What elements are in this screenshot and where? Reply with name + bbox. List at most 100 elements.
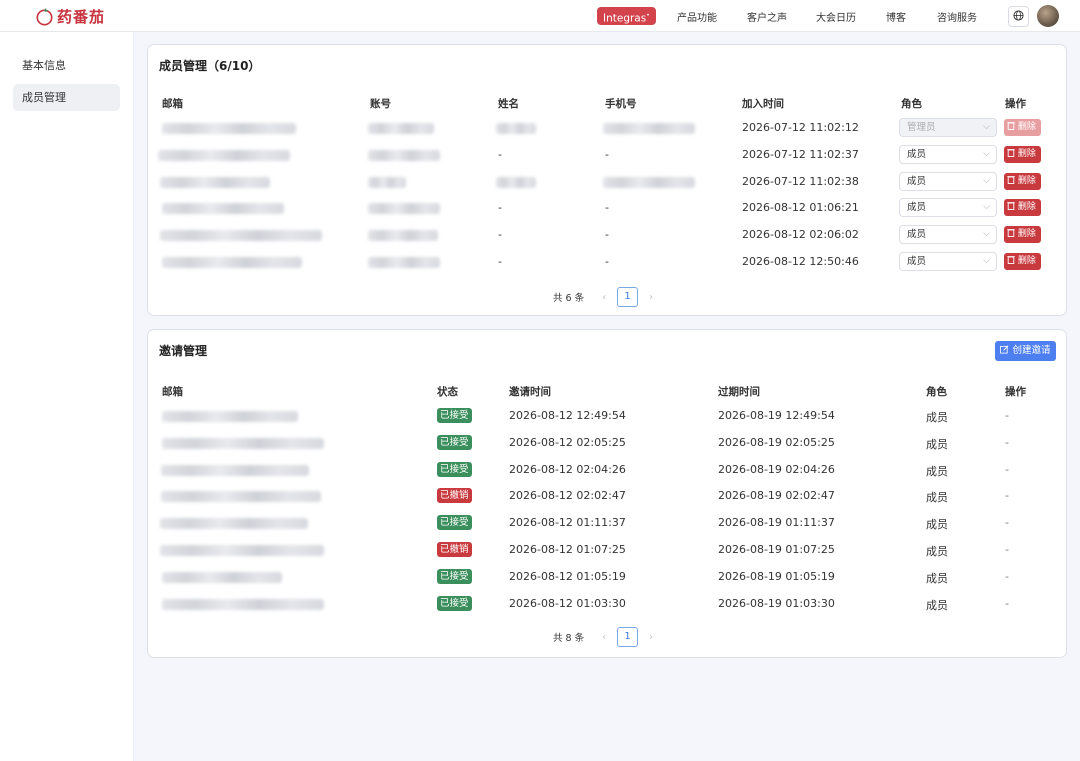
member-email-redacted [160, 230, 322, 241]
member-role-value: 管理员 [907, 122, 936, 133]
status-badge: 已接受 [437, 596, 472, 611]
member-email-redacted [162, 203, 284, 214]
member-role-select[interactable]: 成员 ⌵ [899, 225, 997, 244]
invite-role: 成员 [926, 491, 948, 504]
member-role-value: 成员 [907, 176, 927, 187]
invite-time: 2026-08-12 01:05:19 [509, 570, 626, 583]
invite-time: 2026-08-12 02:05:25 [509, 436, 626, 449]
trash-icon [1007, 176, 1018, 186]
invite-action: - [1005, 463, 1009, 476]
sidebar-item-member-management[interactable]: 成员管理 [13, 84, 120, 111]
create-invite-button[interactable]: 创建邀请 [995, 341, 1056, 361]
chevron-down-icon: ⌵ [983, 229, 990, 239]
member-joined-time: 2026-08-12 12:50:46 [742, 255, 859, 268]
member-role-value: 成员 [907, 256, 927, 267]
member-joined-time: 2026-07-12 11:02:37 [742, 148, 859, 161]
col-name: 姓名 [498, 98, 519, 110]
trash-icon [1007, 122, 1018, 132]
nav-item-products[interactable]: 产品功能 [677, 9, 717, 24]
invite-email-redacted [162, 411, 298, 422]
nav-item-blog[interactable]: 博客 [886, 9, 906, 24]
invite-expire-time: 2026-08-19 02:04:26 [718, 463, 835, 476]
invite-action: - [1005, 516, 1009, 529]
trash-icon [1007, 256, 1018, 266]
member-email-redacted [158, 150, 290, 161]
member-joined-time: 2026-07-12 11:02:12 [742, 121, 859, 134]
integras-badge[interactable]: Integras• [597, 7, 656, 25]
invite-email-redacted [161, 465, 309, 476]
globe-icon [1013, 9, 1024, 24]
chevron-left-icon[interactable]: ‹ [596, 632, 612, 643]
chevron-right-icon[interactable]: › [643, 632, 659, 643]
member-name-redacted [496, 177, 536, 188]
member-name-redacted [496, 123, 536, 134]
member-joined-time: 2026-08-12 01:06:21 [742, 201, 859, 214]
member-role-value: 成员 [907, 229, 927, 240]
members-pager-page[interactable]: 1 [617, 287, 639, 307]
delete-member-button[interactable]: 删除 [1004, 146, 1041, 163]
col-invite-status: 状态 [437, 386, 458, 398]
delete-member-button[interactable]: 删除 [1004, 253, 1041, 270]
avatar[interactable] [1037, 5, 1059, 27]
nav-item-consulting[interactable]: 咨询服务 [937, 9, 977, 24]
status-badge: 已撤销 [437, 488, 472, 503]
invite-action: - [1005, 489, 1009, 502]
sidebar-item-basic-info[interactable]: 基本信息 [13, 52, 120, 79]
invite-email-redacted [162, 599, 324, 610]
delete-member-button[interactable]: 删除 [1004, 173, 1041, 190]
member-account-redacted [368, 150, 440, 161]
col-invite-actions: 操作 [1005, 386, 1026, 398]
nav-item-conference-calendar[interactable]: 大会日历 [816, 9, 856, 24]
member-role-select[interactable]: 成员 ⌵ [899, 172, 997, 191]
member-email-redacted [162, 257, 302, 268]
col-joined: 加入时间 [742, 98, 784, 110]
col-actions: 操作 [1005, 98, 1026, 110]
member-name: - [498, 255, 502, 268]
chevron-right-icon[interactable]: › [643, 292, 659, 303]
language-button[interactable] [1008, 6, 1029, 27]
invite-expire-time: 2026-08-19 01:07:25 [718, 543, 835, 556]
invite-email-redacted [162, 438, 324, 449]
invite-expire-time: 2026-08-19 01:11:37 [718, 516, 835, 529]
delete-member-button[interactable]: 删除 [1004, 226, 1041, 243]
invites-pager-page[interactable]: 1 [617, 627, 639, 647]
col-phone: 手机号 [605, 98, 637, 110]
member-role-select[interactable]: 成员 ⌵ [899, 145, 997, 164]
edit-icon [1000, 345, 1012, 356]
member-name: - [498, 148, 502, 161]
invite-email-redacted [160, 545, 324, 556]
tomato-logo-icon [35, 7, 54, 26]
member-email-redacted [160, 177, 270, 188]
integras-badge-label: Integras [603, 12, 647, 25]
member-role-value: 成员 [907, 202, 927, 213]
invite-time: 2026-08-12 02:02:47 [509, 489, 626, 502]
chevron-left-icon[interactable]: ‹ [596, 292, 612, 303]
member-phone: - [605, 148, 609, 161]
col-role: 角色 [901, 98, 922, 110]
delete-member-label: 删除 [1017, 122, 1036, 132]
logo[interactable]: 药番茄 [35, 6, 105, 27]
status-badge: 已接受 [437, 408, 472, 423]
member-account-redacted [368, 230, 438, 241]
invite-email-redacted [161, 491, 321, 502]
chevron-down-icon: ⌵ [983, 122, 990, 132]
invite-role: 成员 [926, 411, 948, 424]
invite-email-redacted [160, 518, 308, 529]
member-name: - [498, 228, 502, 241]
status-badge: 已接受 [437, 435, 472, 450]
delete-member-label: 删除 [1017, 176, 1036, 186]
member-phone: - [605, 255, 609, 268]
delete-member-label: 删除 [1017, 229, 1036, 239]
invites-pagination: 共 8 条 ‹ 1 › [553, 627, 659, 647]
delete-member-label: 删除 [1017, 256, 1036, 266]
invites-card: 邀请管理 创建邀请 邮箱 状态 邀请时间 过期时间 角色 操作 已接受 2026… [147, 329, 1067, 658]
trash-icon [1007, 149, 1018, 159]
status-badge: 已接受 [437, 569, 472, 584]
invite-expire-time: 2026-08-19 02:05:25 [718, 436, 835, 449]
member-role-select[interactable]: 成员 ⌵ [899, 198, 997, 217]
nav-item-testimonials[interactable]: 客户之声 [747, 9, 787, 24]
delete-member-button[interactable]: 删除 [1004, 199, 1041, 216]
col-email: 邮箱 [162, 98, 183, 110]
member-role-select[interactable]: 成员 ⌵ [899, 252, 997, 271]
invite-action: - [1005, 570, 1009, 583]
